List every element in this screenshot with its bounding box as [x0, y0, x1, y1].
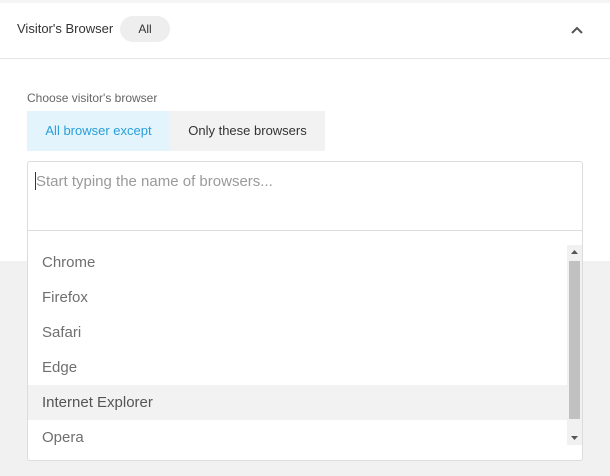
scroll-down-arrow-icon[interactable]: [567, 431, 582, 445]
choose-browser-label: Choose visitor's browser: [27, 91, 158, 105]
dropdown-option-firefox[interactable]: Firefox: [28, 280, 567, 315]
mode-all-except-button[interactable]: All browser except: [27, 111, 170, 151]
selection-badge: All: [120, 16, 170, 42]
panel-title: Visitor's Browser: [17, 21, 114, 36]
scroll-up-arrow-icon[interactable]: [567, 245, 582, 259]
dropdown-option-opera[interactable]: Opera: [28, 420, 567, 455]
browser-dropdown-list: Chrome Firefox Safari Edge Internet Expl…: [27, 231, 583, 461]
dropdown-option-chrome[interactable]: Chrome: [28, 245, 567, 280]
dropdown-scrollbar[interactable]: [567, 245, 582, 445]
dropdown-option-edge[interactable]: Edge: [28, 350, 567, 385]
chevron-up-icon[interactable]: [568, 23, 586, 37]
mode-only-these-button[interactable]: Only these browsers: [170, 111, 325, 151]
dropdown-option-internet-explorer[interactable]: Internet Explorer: [28, 385, 567, 420]
browser-search-input[interactable]: [36, 170, 566, 192]
panel-header[interactable]: Visitor's Browser All: [0, 3, 610, 59]
dropdown-option-safari[interactable]: Safari: [28, 315, 567, 350]
scrollbar-thumb[interactable]: [569, 261, 580, 419]
